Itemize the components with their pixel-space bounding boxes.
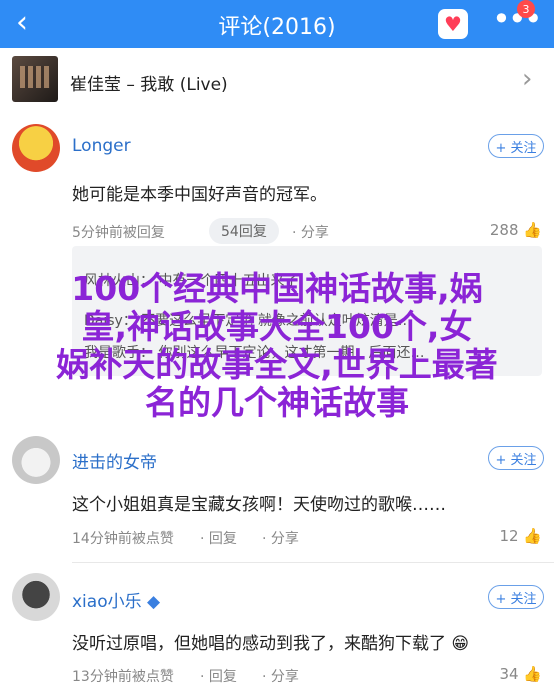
favorite-button[interactable]: ♥	[438, 9, 468, 39]
comment-username[interactable]: xiao小乐 ◆	[72, 587, 160, 612]
comment-time: 14分钟前被点赞	[72, 528, 174, 548]
reply-label: 回复	[208, 669, 237, 685]
share-label: 分享	[270, 669, 299, 685]
page-title: 评论(2016)	[218, 15, 336, 40]
follow-button[interactable]: + 关注	[488, 585, 544, 609]
share-label: 分享	[270, 531, 299, 547]
reply-button[interactable]: · 回复	[200, 666, 237, 686]
comment-username[interactable]: 进击的女帝	[72, 448, 157, 473]
like-number: 288	[489, 221, 519, 239]
heart-icon: ♥	[444, 12, 462, 36]
username-label: xiao小乐	[72, 592, 142, 612]
avatar[interactable]	[12, 436, 60, 484]
comment-text: 这个小姐姐真是宝藏女孩啊！天使吻过的歌喉……	[72, 495, 446, 515]
overlay-line: 名的几个神话故事	[145, 383, 409, 422]
share-button[interactable]: · 分享	[262, 528, 299, 548]
like-count[interactable]: 288 👍	[490, 221, 542, 239]
thumbs-up-icon: 👍	[523, 221, 542, 239]
top-bar: ‹ 评论(2016) ♥ ••• 3	[0, 0, 554, 48]
chevron-right-icon: ›	[522, 64, 533, 94]
thumbs-up-icon: 👍	[523, 527, 542, 545]
song-title: 崔佳莹 – 我敢 (Live)	[70, 75, 228, 95]
time-label: 14分钟前被点赞	[72, 531, 174, 547]
follow-button[interactable]: + 关注	[488, 446, 544, 470]
follow-button[interactable]: + 关注	[488, 134, 544, 158]
overlay-line: 娲补天的故事全文,世界上最著	[56, 345, 498, 384]
comment-text: 她可能是本季中国好声音的冠军。	[72, 185, 327, 205]
comment-item: 进击的女帝 + 关注 这个小姐姐真是宝藏女孩啊！天使吻过的歌喉…… 14分钟前被…	[0, 422, 554, 562]
reply-label: 回复	[208, 531, 237, 547]
notification-badge: 3	[517, 0, 535, 18]
reply-button[interactable]: · 回复	[200, 528, 237, 548]
like-count[interactable]: 34 👍	[499, 665, 542, 683]
share-button[interactable]: · 分享	[292, 222, 329, 242]
avatar[interactable]	[12, 573, 60, 621]
time-label: 13分钟前被点赞	[72, 669, 174, 685]
song-row[interactable]: 崔佳莹 – 我敢 (Live) ›	[0, 48, 554, 122]
like-count[interactable]: 12 👍	[499, 527, 542, 545]
comment-text: 没听过原唱，但她唱的感动到我了，来酷狗下载了 😁	[72, 629, 469, 654]
album-cover	[12, 56, 58, 102]
overlay-line: 100个经典中国神话故事,娲	[71, 269, 483, 308]
overlay-line: 皇,神话故事大全100个,女	[81, 307, 473, 346]
share-label: 分享	[300, 225, 329, 241]
comment-item: xiao小乐 ◆ + 关注 没听过原唱，但她唱的感动到我了，来酷狗下载了 😁 1…	[0, 563, 554, 699]
like-number: 34	[499, 665, 519, 683]
overlay-banner-text: 100个经典中国神话故事,娲 皇,神话故事大全100个,女 娲补天的故事全文,世…	[0, 270, 554, 422]
comment-username[interactable]: Longer	[72, 136, 131, 156]
verified-diamond-icon: ◆	[147, 592, 161, 612]
comment-text-body: 没听过原唱，但她唱的感动到我了，来酷狗下载了	[72, 634, 446, 654]
share-button[interactable]: · 分享	[262, 666, 299, 686]
grinning-emoji-icon: 😁	[451, 634, 470, 654]
like-number: 12	[499, 527, 519, 545]
avatar[interactable]	[12, 124, 60, 172]
comment-time: 5分钟前被回复	[72, 225, 165, 241]
thumbs-up-icon: 👍	[523, 665, 542, 683]
comment-time: 13分钟前被点赞	[72, 666, 174, 686]
reply-count-button[interactable]: 54回复	[209, 218, 279, 244]
